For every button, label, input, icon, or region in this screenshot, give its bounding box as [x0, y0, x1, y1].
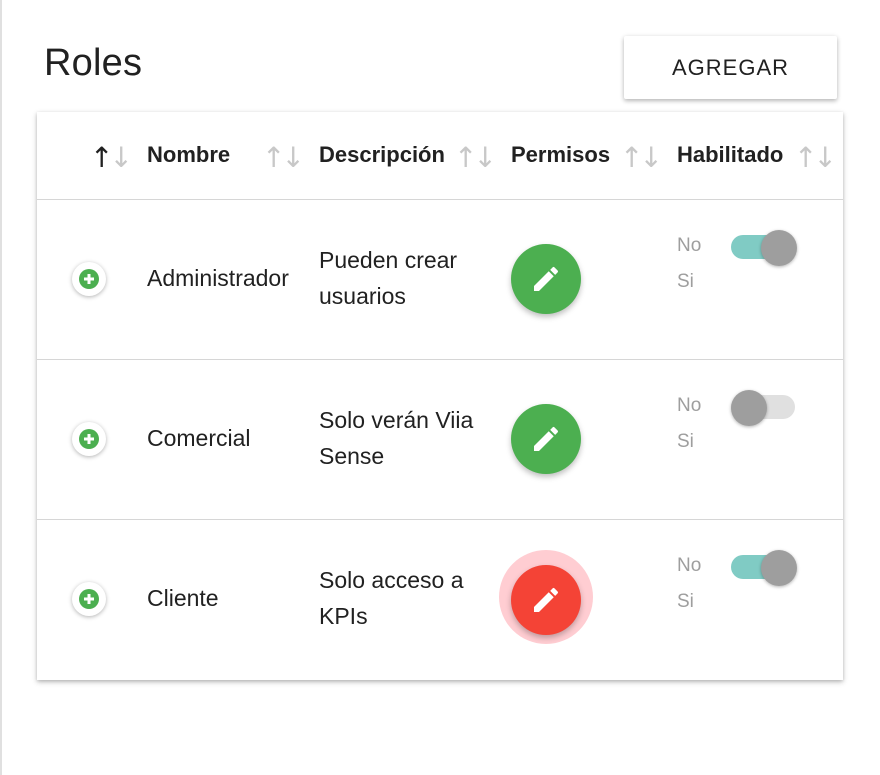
enabled-toggle[interactable]: [731, 390, 797, 426]
column-header-habilitado[interactable]: Habilitado: [677, 142, 783, 168]
table-header: ↑↓ Nombre ↑↓ Descripción ↑↓ Permisos ↑↓ …: [37, 112, 843, 200]
switch-label-si: Si: [677, 591, 694, 612]
edit-permissions-button[interactable]: [511, 244, 581, 314]
switch-label-no: No: [677, 395, 702, 416]
role-name: Cliente: [147, 585, 219, 611]
role-name: Administrador: [147, 265, 289, 291]
switch-label-no: No: [677, 555, 702, 576]
sort-arrows-icon[interactable]: ↑↓: [794, 142, 837, 174]
edit-permissions-button[interactable]: [511, 565, 581, 635]
switch-label-no: No: [677, 235, 702, 256]
switch-label-si: Si: [677, 271, 694, 292]
role-description: Pueden crear usuarios: [319, 247, 458, 309]
enabled-toggle[interactable]: [731, 550, 797, 586]
sort-arrows-icon[interactable]: ↑↓: [454, 142, 497, 174]
page-left-border: [0, 0, 2, 775]
table-row: Administrador Pueden crear usuarios No S…: [37, 200, 843, 360]
roles-table: ↑↓ Nombre ↑↓ Descripción ↑↓ Permisos ↑↓ …: [37, 112, 843, 680]
sort-arrows-icon[interactable]: ↑↓: [262, 142, 305, 174]
sort-arrows-icon[interactable]: ↑↓: [90, 142, 133, 174]
edit-permissions-button[interactable]: [511, 404, 581, 474]
enabled-toggle[interactable]: [731, 230, 797, 266]
pencil-icon: [534, 266, 559, 291]
add-circle-icon[interactable]: [72, 582, 106, 616]
switch-label-si: Si: [677, 431, 694, 452]
role-description: Solo acceso a KPIs: [319, 567, 464, 629]
column-header-descripcion[interactable]: Descripción: [319, 142, 445, 168]
column-header-nombre[interactable]: Nombre: [147, 142, 230, 168]
sort-arrows-icon[interactable]: ↑↓: [620, 142, 663, 174]
table-row: Cliente Solo acceso a KPIs No Si: [37, 520, 843, 680]
role-description: Solo verán Viia Sense: [319, 407, 474, 469]
pencil-icon: [534, 587, 559, 612]
add-circle-icon[interactable]: [72, 262, 106, 296]
add-role-button[interactable]: AGREGAR: [624, 36, 837, 99]
table-row: Comercial Solo verán Viia Sense No Si: [37, 360, 843, 520]
role-name: Comercial: [147, 425, 251, 451]
pencil-icon: [534, 426, 559, 451]
add-circle-icon[interactable]: [72, 422, 106, 456]
page-title: Roles: [44, 42, 143, 84]
column-header-permisos[interactable]: Permisos: [511, 142, 610, 168]
